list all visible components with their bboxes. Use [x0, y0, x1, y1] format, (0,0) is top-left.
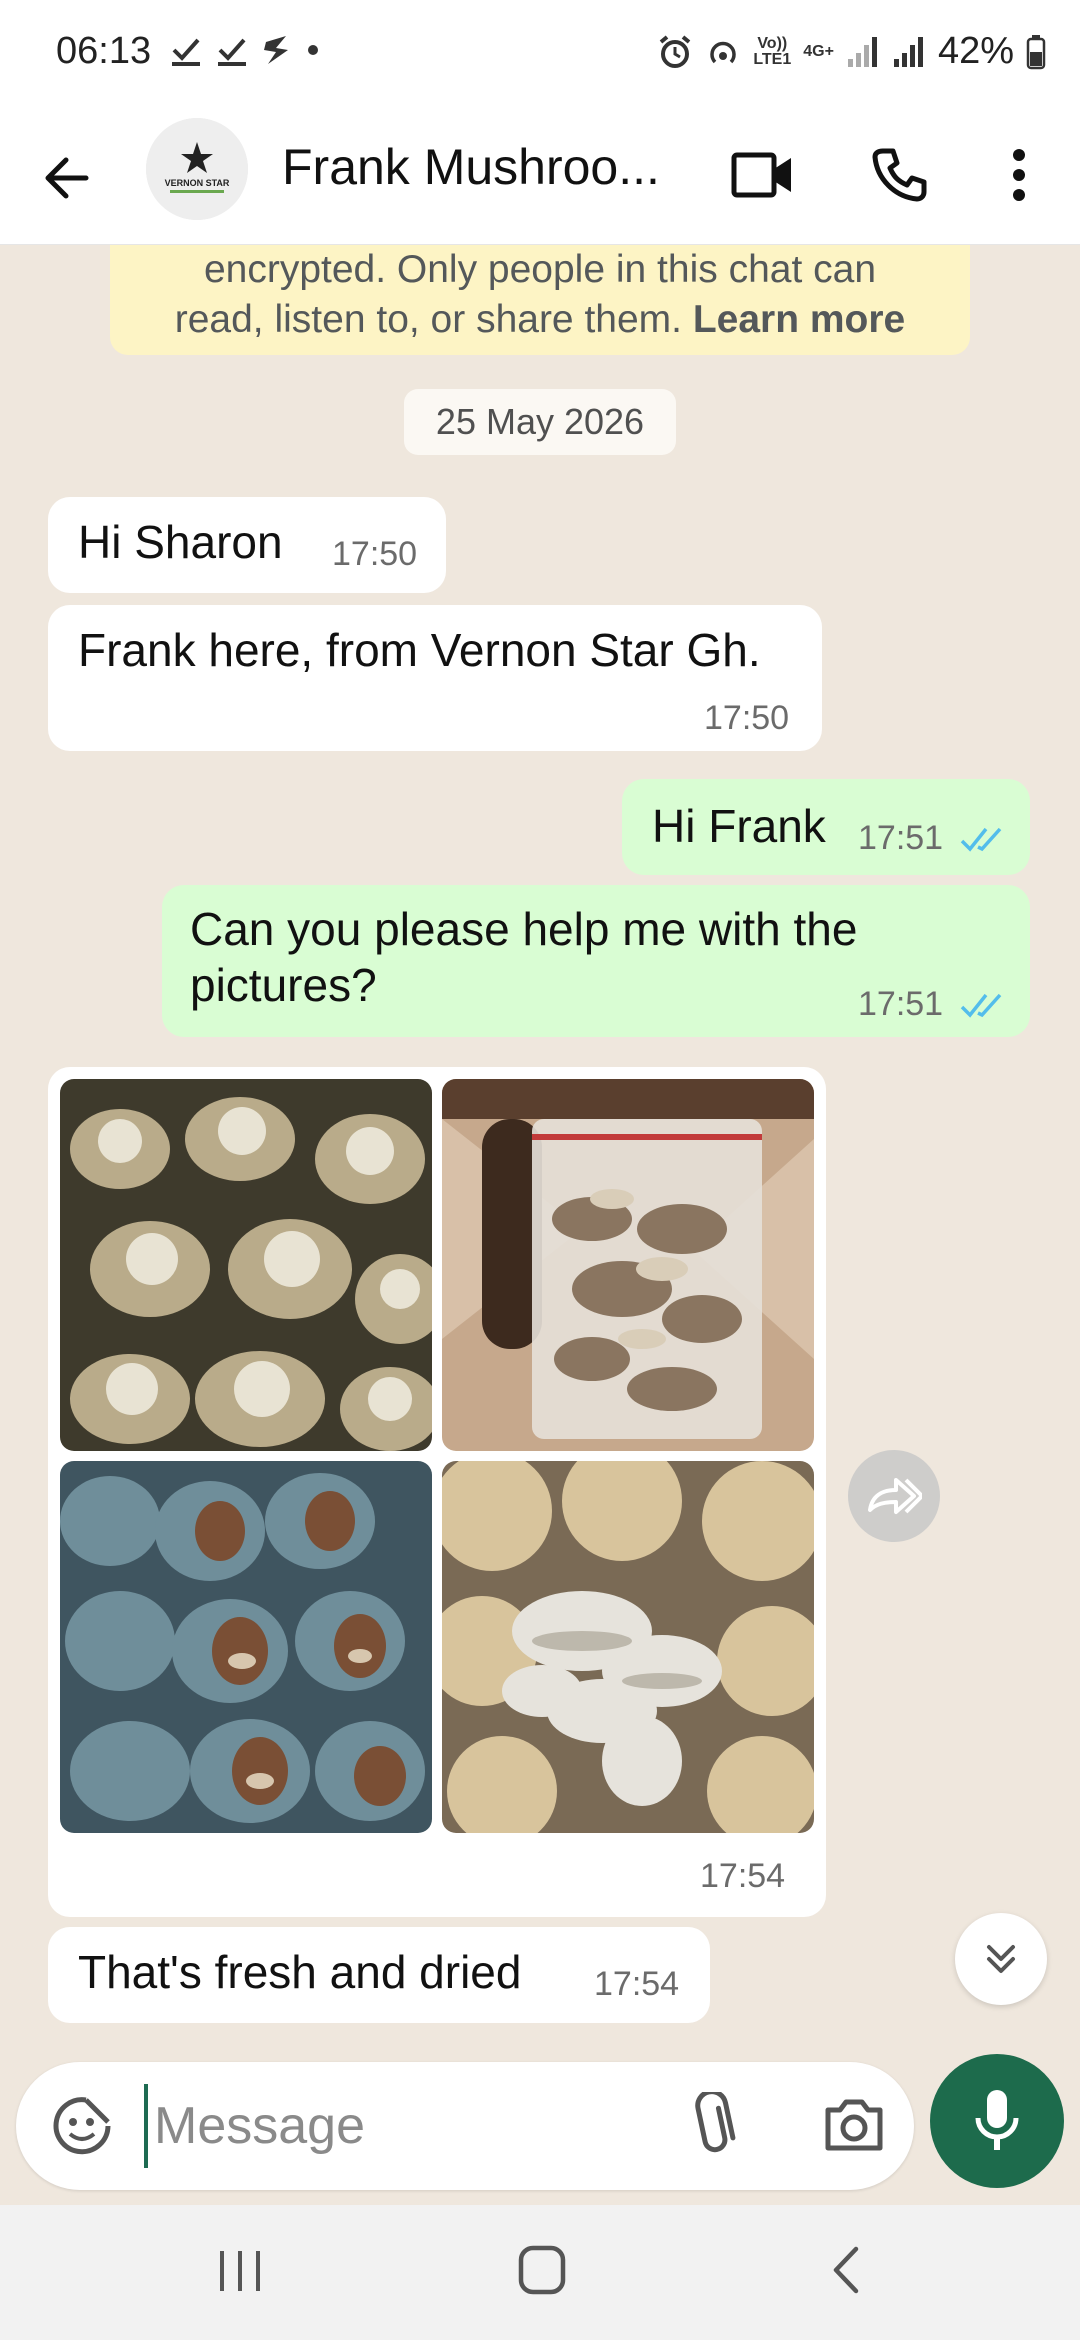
check-notification-icon: [172, 38, 200, 66]
check-notification-icon: [218, 38, 246, 66]
image-album-message[interactable]: 17:54: [48, 1067, 826, 1917]
arrow-left-icon: [45, 157, 89, 199]
encryption-line-2: read, listen to, or share them. Learn mo…: [110, 295, 970, 345]
camera-button[interactable]: [822, 2094, 886, 2159]
scroll-to-bottom-button[interactable]: [955, 1913, 1047, 2005]
photo-mushroom-bags[interactable]: [60, 1079, 432, 1451]
message-time: 17:50: [704, 699, 790, 737]
forward-button[interactable]: [848, 1450, 940, 1542]
forward-icon: [868, 1478, 922, 1514]
nav-back-button[interactable]: [828, 2245, 864, 2300]
alarm-icon: [660, 34, 691, 68]
mic-icon: [975, 2090, 1019, 2150]
avatar-logo: VERNON STAR: [146, 118, 248, 220]
message-bubble-incoming[interactable]: Hi Sharon 17:50: [48, 497, 446, 593]
message-text: Can you please help me with the pictures…: [190, 903, 858, 1011]
avatar-text: VERNON STAR: [165, 178, 230, 188]
chat-area[interactable]: encrypted. Only people in this chat can …: [0, 245, 1080, 2065]
status-bar: 06:13 Vo)) LTE1 4G+ 42%: [0, 0, 1080, 110]
encryption-line-1: encrypted. Only people in this chat can: [203, 248, 877, 291]
message-bubble-outgoing[interactable]: Can you please help me with the pictures…: [162, 885, 1030, 1037]
chat-header: VERNON STAR Frank Mushroo...: [0, 110, 1080, 245]
phone-icon: [872, 148, 927, 202]
signal-icon: [847, 36, 877, 67]
chevron-left-icon: [833, 2246, 859, 2294]
notification-icons: [170, 34, 320, 66]
attach-button[interactable]: [686, 2089, 738, 2165]
photo-fresh-oyster-mushrooms[interactable]: [442, 1461, 814, 1833]
voice-message-button[interactable]: [930, 2054, 1064, 2188]
more-vert-icon: [1013, 149, 1025, 201]
home-button[interactable]: [518, 2245, 566, 2300]
video-call-icon: [731, 152, 791, 198]
message-time: 17:51: [858, 985, 944, 1023]
hotspot-icon: [710, 41, 737, 63]
learn-more-link[interactable]: Learn more: [693, 298, 905, 341]
message-time: 17:51: [858, 819, 944, 857]
back-button[interactable]: [36, 146, 100, 210]
message-composer: [16, 2062, 914, 2190]
voice-call-button[interactable]: [864, 140, 934, 210]
system-nav-bar: [0, 2205, 1080, 2340]
camera-icon: [825, 2099, 883, 2151]
encryption-text-2: read, listen to, or share them.: [174, 298, 682, 341]
emoji-icon: [53, 2097, 111, 2155]
contact-name[interactable]: Frank Mushroo...: [282, 138, 682, 196]
volte-indicator: Vo)) LTE1: [753, 34, 792, 68]
message-bubble-incoming[interactable]: That's fresh and dried 17:54: [48, 1927, 710, 2023]
signal-icon: [893, 36, 923, 67]
emoji-button[interactable]: [50, 2094, 114, 2163]
status-time: 06:13: [56, 30, 152, 72]
avatar[interactable]: VERNON STAR: [146, 118, 248, 220]
message-input[interactable]: [144, 2084, 684, 2168]
read-ticks-icon: [960, 993, 1002, 1018]
network-type: 4G+: [803, 42, 834, 60]
battery-percent: 42%: [937, 30, 1014, 72]
photo-dried-mushrooms[interactable]: [442, 1079, 814, 1451]
scroll-down-icon: [987, 1945, 1015, 1973]
more-options-button[interactable]: [984, 140, 1054, 210]
message-bubble-incoming[interactable]: Frank here, from Vernon Star Gh. 17:50: [48, 605, 822, 751]
message-text: That's fresh and dried: [78, 1946, 522, 1998]
date-divider: 25 May 2026: [404, 389, 676, 455]
encryption-notice[interactable]: encrypted. Only people in this chat can …: [110, 245, 970, 355]
message-time: 17:54: [700, 1857, 786, 1895]
message-text: Hi Sharon: [78, 516, 283, 568]
photo-grow-bags[interactable]: [60, 1461, 432, 1833]
video-call-button[interactable]: [728, 140, 798, 210]
message-time: 17:50: [332, 535, 418, 573]
status-right: Vo)) LTE1 4G+ 42%: [657, 30, 1046, 73]
message-time: 17:54: [594, 1965, 680, 2003]
recents-button[interactable]: [216, 2249, 264, 2298]
app-notification-icon: [264, 36, 288, 64]
message-text: Hi Frank: [652, 800, 826, 852]
message-bubble-outgoing[interactable]: Hi Frank 17:51: [622, 779, 1030, 875]
battery-icon: [1026, 34, 1046, 69]
message-text: Frank here, from Vernon Star Gh.: [78, 624, 761, 676]
home-icon: [518, 2245, 566, 2295]
dot-icon: [308, 45, 318, 55]
read-ticks-icon: [960, 827, 1002, 852]
paperclip-icon: [695, 2089, 736, 2153]
recents-icon: [220, 2251, 260, 2291]
